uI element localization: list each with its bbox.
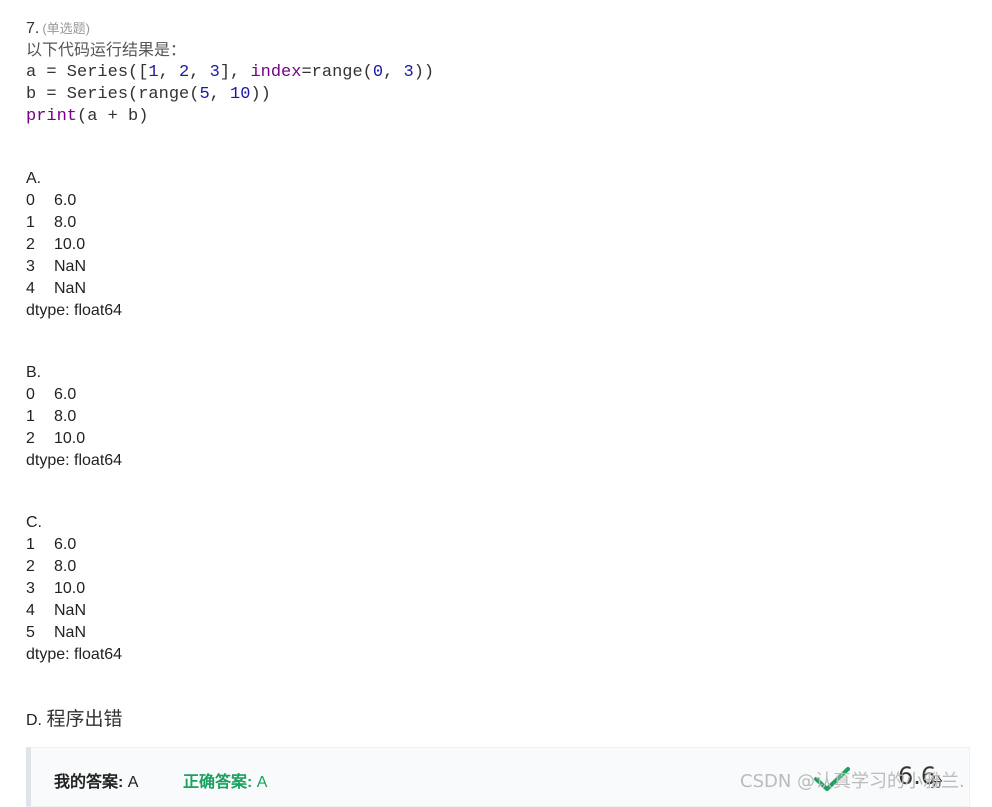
series-value: 10.0: [54, 236, 86, 253]
option-label: A.: [26, 170, 42, 187]
series-value: NaN: [54, 258, 87, 275]
code-token: 3: [403, 63, 414, 82]
series-index: 2: [26, 236, 35, 253]
series-value: 10.0: [54, 580, 86, 597]
series-row: 1 8.0: [26, 212, 976, 234]
series-row: 2 10.0: [26, 428, 976, 450]
series-index: 2: [26, 558, 35, 575]
option-d[interactable]: D. 程序出错: [26, 706, 976, 732]
question-header: 7. (单选题): [26, 18, 976, 40]
code-token: )): [250, 85, 271, 104]
question-number: 7.: [26, 20, 40, 37]
watermark: CSDN @认真学习的小雅兰.: [740, 771, 965, 792]
code-token: ,: [383, 63, 404, 82]
series-dtype: dtype: float64: [26, 452, 123, 469]
code-token: ,: [209, 85, 231, 104]
series-row: 3 10.0: [26, 578, 976, 600]
series-row: 5 NaN: [26, 622, 976, 644]
code-line-3: print(a + b): [26, 106, 976, 128]
code-token: print: [26, 107, 78, 126]
option-c[interactable]: C. 1 6.0 2 8.0 3 10.0 4 NaN 5 NaN dtype: floa…: [26, 512, 976, 666]
series-row: 0 6.0: [26, 190, 976, 212]
series-value: 6.0: [54, 536, 77, 553]
option-b[interactable]: B. 0 6.0 1 8.0 2 10.0 dtype: float64: [26, 362, 976, 472]
option-a[interactable]: A. 0 6.0 1 8.0 2 10.0 3 NaN 4 NaN dtype: floa…: [26, 168, 976, 322]
my-answer-value: A: [127, 774, 139, 791]
correct-answer-value: A: [256, 774, 268, 791]
series-index: 0: [26, 386, 35, 403]
series-row: 1 8.0: [26, 406, 976, 428]
series-dtype: dtype: float64: [26, 302, 123, 319]
code-token: 5: [199, 85, 210, 104]
option-text: 程序出错: [46, 708, 123, 730]
option-label: B.: [26, 364, 42, 381]
code-token: ],: [219, 63, 251, 82]
series-index: 3: [26, 580, 35, 597]
code-token: 0: [372, 63, 384, 82]
code-token: )): [413, 63, 435, 82]
series-row: 4 NaN: [26, 278, 976, 300]
series-index: 4: [26, 280, 35, 297]
series-index: 1: [26, 408, 35, 425]
series-index: 1: [26, 536, 35, 553]
correct-answer: 正确答案: A: [183, 768, 267, 792]
option-label: C.: [26, 514, 42, 531]
code-token: 1: [148, 63, 159, 82]
series-value: 8.0: [54, 558, 77, 575]
series-index: 1: [26, 214, 35, 231]
series-dtype: dtype: float64: [26, 646, 123, 663]
option-label: D.: [26, 712, 42, 729]
code-line-1: a = Series([1, 2, 3], index=range(0, 3)): [26, 62, 976, 84]
series-value: NaN: [54, 602, 87, 619]
series-index: 4: [26, 602, 35, 619]
series-row: 0 6.0: [26, 384, 976, 406]
correct-answer-label: 正确答案:: [183, 774, 253, 791]
series-value: 6.0: [54, 386, 77, 403]
series-index: 0: [26, 192, 35, 209]
series-row: 4 NaN: [26, 600, 976, 622]
code-token: b = Series(range(: [26, 85, 200, 104]
question-card: 7. (单选题) 以下代码运行结果是： a = Series([1, 2, 3],…: [26, 18, 976, 732]
code-token: ,: [189, 63, 210, 82]
series-row: 2 10.0: [26, 234, 976, 256]
code-line-2: b = Series(range(5, 10)): [26, 84, 976, 106]
series-index: 5: [26, 624, 35, 641]
series-index: 2: [26, 430, 35, 447]
code-token: 2: [179, 63, 190, 82]
series-value: 10.0: [54, 430, 86, 447]
code-block: a = Series([1, 2, 3], index=range(0, 3))…: [26, 62, 976, 128]
code-token: 3: [209, 63, 220, 82]
code-token: a = Series([: [26, 63, 149, 82]
my-answer: 我的答案: A: [54, 768, 138, 792]
series-value: 8.0: [54, 408, 77, 425]
series-index: 3: [26, 258, 35, 275]
series-row: 3 NaN: [26, 256, 976, 278]
my-answer-label: 我的答案:: [54, 774, 124, 791]
code-token: ,: [158, 63, 180, 82]
code-token: index: [250, 63, 302, 82]
series-row: 2 8.0: [26, 556, 976, 578]
code-token: 10: [230, 85, 251, 104]
series-value: NaN: [54, 624, 87, 641]
code-token: (a + b): [77, 107, 149, 126]
question-type: (单选题): [42, 21, 91, 36]
series-row: 1 6.0: [26, 534, 976, 556]
question-prompt: 以下代码运行结果是：: [26, 42, 187, 59]
series-value: NaN: [54, 280, 87, 297]
series-value: 8.0: [54, 214, 77, 231]
series-value: 6.0: [54, 192, 77, 209]
code-token: =range(: [301, 63, 373, 82]
